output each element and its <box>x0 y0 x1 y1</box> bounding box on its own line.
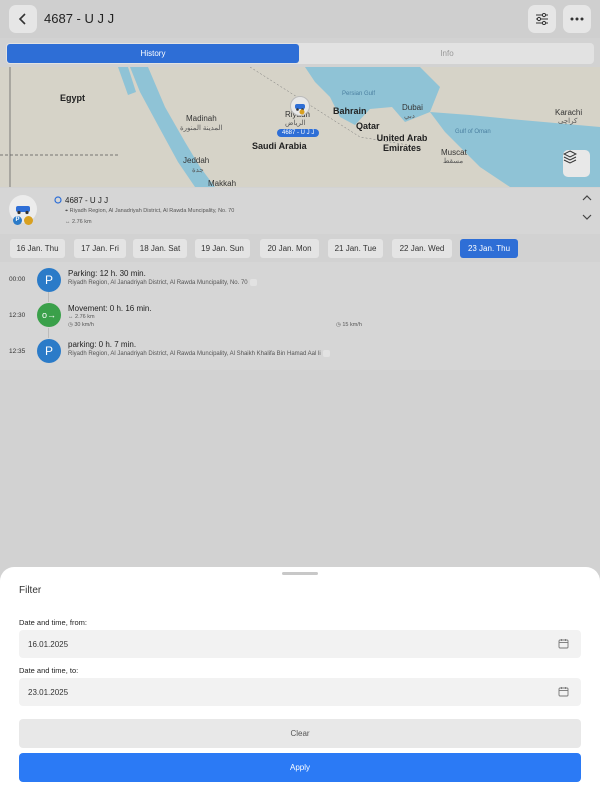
map-label-karachi: Karachi <box>555 108 583 117</box>
timeline-title[interactable]: Movement: 0 h. 16 min. <box>68 304 152 313</box>
map-label-dubai-ar: دبي <box>404 113 415 120</box>
key-badge-icon <box>24 216 33 225</box>
calendar-icon[interactable] <box>558 638 569 649</box>
map-label-riyadh-ar: الرياض <box>285 120 306 127</box>
status-circle-icon <box>54 196 62 204</box>
back-button[interactable] <box>9 5 37 33</box>
parking-icon: P <box>37 339 61 363</box>
timeline-time: 12:35 <box>9 348 26 355</box>
map-background <box>0 67 600 187</box>
layers-icon <box>563 150 577 164</box>
date-chip-20[interactable]: 20 Jan. Mon <box>260 239 319 258</box>
parking-badge-icon: P <box>13 216 22 225</box>
vehicle-marker-label[interactable]: 4687 - U J J <box>277 129 320 137</box>
map-label-bahrain: Bahrain <box>333 106 367 116</box>
vehicle-name: 4687 - U J J <box>65 196 109 205</box>
parking-icon: P <box>37 268 61 292</box>
vehicle-address: ⌖ Riyadh Region, Al Janadriyah District,… <box>65 208 234 215</box>
from-date-field[interactable] <box>19 630 581 658</box>
map-view[interactable]: Egypt Madinah المدينة المنورة Jeddah جدة… <box>0 67 600 187</box>
map-label-jeddah-ar: جدة <box>192 167 204 174</box>
layers-button[interactable] <box>563 150 590 177</box>
filter-button[interactable] <box>528 5 556 33</box>
from-label: Date and time, from: <box>19 618 87 627</box>
filter-sheet: Filter Date and time, from: Date and tim… <box>0 567 600 800</box>
date-chip-23[interactable]: 23 Jan. Thu <box>460 239 518 258</box>
timeline-time: 00:00 <box>9 276 26 283</box>
timeline-address: Riyadh Region, Al Janadriyah District, A… <box>68 280 248 287</box>
to-label: Date and time, to: <box>19 666 79 675</box>
vehicle-address-text: Riyadh Region, Al Janadriyah District, A… <box>69 208 235 214</box>
timeline-max-speed: ◷ 15 km/h <box>336 322 362 328</box>
clear-button[interactable]: Clear <box>19 719 581 748</box>
map-label-muscat: Muscat <box>441 148 467 157</box>
distance-icon: ↔ <box>65 219 73 225</box>
timeline-subtitle: Riyadh Region, Al Janadriyah District, A… <box>68 350 330 357</box>
map-label-uae-text: United Arab Emirates <box>376 133 428 153</box>
chevron-up-icon[interactable] <box>582 194 592 202</box>
movement-icon: o→ <box>37 303 61 327</box>
map-label-karachi-ar: کراچی <box>558 118 578 125</box>
date-chip-22[interactable]: 22 Jan. Wed <box>392 239 452 258</box>
timeline-distance: ↔ 2.76 km <box>68 314 95 320</box>
map-label-madinah: Madinah <box>186 114 217 123</box>
date-selector: 16 Jan. Thu 17 Jan. Fri 18 Jan. Sat 19 J… <box>0 235 600 262</box>
tab-bar: History Info <box>6 43 594 64</box>
history-timeline: 00:00 P Parking: 12 h. 30 min. Riyadh Re… <box>0 262 600 370</box>
apply-button[interactable]: Apply <box>19 753 581 782</box>
distance-icon: ↔ <box>68 314 76 320</box>
filter-title: Filter <box>19 585 42 596</box>
date-chip-18[interactable]: 18 Jan. Sat <box>133 239 187 258</box>
map-label-dubai: Dubai <box>402 103 423 112</box>
timeline-title[interactable]: Parking: 12 h. 30 min. <box>68 269 146 278</box>
tab-history[interactable]: History <box>7 44 299 63</box>
map-label-persian-gulf: Persian Gulf <box>342 91 376 97</box>
page-title: 4687 - U J J <box>44 11 115 26</box>
timeline-time: 12:30 <box>9 312 26 319</box>
vehicle-marker[interactable] <box>290 96 310 116</box>
map-label-saudi: Saudi Arabia <box>252 141 307 151</box>
chevron-down-icon[interactable] <box>582 213 592 221</box>
to-date-field[interactable] <box>19 678 581 706</box>
timeline-avg-speed-text: 30 km/h <box>74 322 94 328</box>
chevron-left-icon <box>18 13 26 25</box>
timeline-distance-text: 2.76 km <box>75 314 95 320</box>
map-label-qatar: Qatar <box>356 121 380 131</box>
date-chip-19[interactable]: 19 Jan. Sun <box>195 239 250 258</box>
timeline-connector <box>48 328 49 338</box>
map-label-jeddah: Jeddah <box>183 156 210 165</box>
timeline-connector <box>48 292 49 302</box>
timeline-address: Riyadh Region, Al Janadriyah District, A… <box>68 351 321 358</box>
map-label-madinah-ar: المدينة المنورة <box>180 125 223 132</box>
calendar-icon[interactable] <box>558 686 569 697</box>
expand-toggle-icon[interactable] <box>249 279 257 286</box>
sheet-drag-handle[interactable] <box>282 572 318 575</box>
more-horizontal-icon <box>570 17 584 21</box>
top-bar: 4687 - U J J <box>0 0 600 38</box>
vehicle-distance-text: 2.76 km <box>72 219 92 225</box>
timeline-max-speed-text: 15 km/h <box>342 322 362 328</box>
map-label-uae: United Arab Emirates <box>372 133 432 153</box>
more-button[interactable] <box>563 5 591 33</box>
map-label-gulf-oman: Gulf of Oman <box>455 129 491 135</box>
to-date-input[interactable] <box>28 678 528 706</box>
car-icon <box>295 104 305 115</box>
from-date-input[interactable] <box>28 630 528 658</box>
map-label-egypt: Egypt <box>60 93 86 103</box>
vehicle-distance: ↔ 2.76 km <box>65 219 92 225</box>
date-chip-16[interactable]: 16 Jan. Thu <box>10 239 65 258</box>
timeline-avg-speed: ◷ 30 km/h <box>68 322 94 328</box>
date-chip-21[interactable]: 21 Jan. Tue <box>328 239 383 258</box>
timeline-subtitle: Riyadh Region, Al Janadriyah District, A… <box>68 279 257 286</box>
date-chip-17[interactable]: 17 Jan. Fri <box>74 239 126 258</box>
expand-toggle-icon[interactable] <box>322 350 330 357</box>
map-label-makkah: Makkah <box>208 179 237 187</box>
sliders-icon <box>536 13 548 25</box>
timeline-title[interactable]: parking: 0 h. 7 min. <box>68 340 136 349</box>
map-label-muscat-ar: مسقط <box>443 158 464 165</box>
tab-info[interactable]: Info <box>301 44 593 63</box>
